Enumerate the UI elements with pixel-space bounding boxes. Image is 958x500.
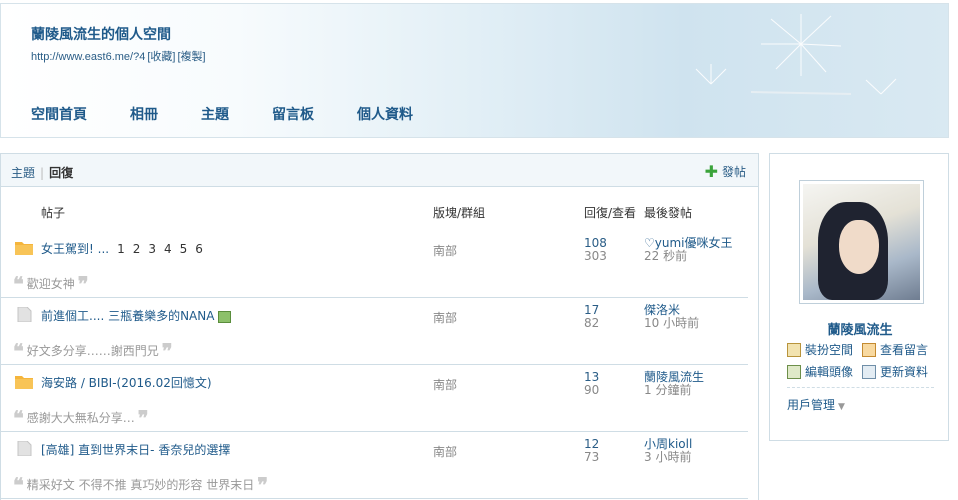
thread-list-panel: 主題 | 回復 ✚ 發帖 帖子 版塊/群組 回復/查看 最後發帖 女王駕到! ...… bbox=[0, 153, 759, 500]
panel-header: 主題 | 回復 ✚ 發帖 bbox=[1, 154, 758, 187]
caret-down-icon: ▼ bbox=[838, 402, 845, 412]
open-quote-icon: ❝ bbox=[13, 271, 24, 296]
thread-title[interactable]: 女王駕到! ... bbox=[41, 242, 109, 256]
forum-name[interactable]: 南部 bbox=[433, 443, 457, 460]
reply-quote: ❝ 歡迎女神 ❞ bbox=[13, 271, 89, 296]
copy-link[interactable]: [複製] bbox=[177, 51, 205, 63]
view-count: 73 bbox=[584, 450, 600, 464]
quote-text: 精采好文 不得不推 真巧妙的形容 世界末日 bbox=[26, 478, 255, 492]
nav-guestbook[interactable]: 留言板 bbox=[272, 104, 314, 124]
reply-view-counts: 12 73 bbox=[584, 438, 599, 464]
nav-topics[interactable]: 主題 bbox=[201, 104, 229, 124]
thread-title[interactable]: [高雄] 直到世界末日- 香奈兒的選擇 bbox=[41, 443, 230, 457]
space-banner: 蘭陵風流生的個人空間 http://www.east6.me/?4 [收藏] [複製… bbox=[0, 3, 949, 138]
col-post: 帖子 bbox=[41, 206, 66, 220]
forum-name[interactable]: 南部 bbox=[433, 376, 457, 393]
page-link[interactable]: 4 bbox=[164, 242, 172, 256]
col-forum: 版塊/群組 bbox=[433, 206, 486, 220]
page-links: 123456 bbox=[109, 242, 203, 256]
new-post-button[interactable]: ✚ 發帖 bbox=[705, 163, 746, 180]
quote-text: 感謝大大無私分享… bbox=[26, 411, 135, 425]
profile-panel: 蘭陵風流生 裝扮空間 查看留言 編輯頭像 更新資料 用戶管理 ▼ bbox=[769, 153, 949, 441]
tab-replies[interactable]: 回復 bbox=[49, 166, 73, 180]
reply-view-counts: 17 82 bbox=[584, 304, 599, 330]
tab-topics[interactable]: 主題 bbox=[11, 166, 35, 180]
quote-text: 好文多分享……謝西門兄 bbox=[26, 344, 159, 358]
page-link[interactable]: 1 bbox=[117, 242, 125, 256]
last-post-time: 3 小時前 bbox=[644, 450, 692, 464]
table-row: 前進個工.... 三瓶養樂多的NANA 南部 17 82 傑洛米 10 小時前 … bbox=[1, 299, 748, 365]
nav-album[interactable]: 相冊 bbox=[130, 104, 158, 124]
edit-avatar-link[interactable]: 編輯頭像 bbox=[787, 363, 853, 380]
pencil-icon bbox=[862, 342, 876, 357]
reply-quote: ❝ 感謝大大無私分享… ❞ bbox=[13, 405, 149, 430]
reply-quote: ❝ 精采好文 不得不推 真巧妙的形容 世界末日 ❞ bbox=[13, 472, 268, 497]
open-quote-icon: ❝ bbox=[13, 338, 24, 363]
last-post-time: 22 秒前 bbox=[644, 249, 688, 263]
reply-view-counts: 108 303 bbox=[584, 237, 607, 263]
open-quote-icon: ❝ bbox=[13, 405, 24, 430]
site-title: 蘭陵風流生的個人空間 bbox=[31, 27, 171, 43]
table-row: 女王駕到! ... 1 2 3 4 5 6 南部 108 303 ♡yumi優咪女王 22 … bbox=[1, 232, 748, 298]
new-post-label: 發帖 bbox=[721, 165, 746, 179]
folder-normal-icon bbox=[17, 441, 32, 456]
forum-name[interactable]: 南部 bbox=[433, 242, 457, 259]
last-post: 小周kioll 3 小時前 bbox=[644, 438, 692, 464]
page-link[interactable]: 3 bbox=[148, 242, 156, 256]
quote-text: 歡迎女神 bbox=[26, 277, 75, 291]
avatar[interactable] bbox=[799, 180, 924, 304]
forum-name[interactable]: 南部 bbox=[433, 309, 457, 326]
table-row: [高雄] 直到世界末日- 香奈兒的選擇 南部 12 73 小周kioll 3 小… bbox=[1, 433, 748, 499]
image-attachment-icon bbox=[218, 310, 232, 323]
page-link[interactable]: 2 bbox=[133, 242, 141, 256]
bookmark-link[interactable]: [收藏] bbox=[147, 51, 175, 63]
nav-home[interactable]: 空間首頁 bbox=[31, 104, 87, 124]
update-profile-link[interactable]: 更新資料 bbox=[862, 363, 928, 380]
reply-view-counts: 13 90 bbox=[584, 371, 599, 397]
profile-username[interactable]: 蘭陵風流生 bbox=[770, 319, 950, 338]
col-last-post: 最後發帖 bbox=[644, 206, 693, 220]
table-row: 海安路 / BIBI-(2016.02回憶文) 南部 13 90 蘭陵風流生 1… bbox=[1, 366, 748, 432]
last-post-time: 1 分鐘前 bbox=[644, 383, 692, 397]
page-link[interactable]: 6 bbox=[195, 242, 203, 256]
view-count: 303 bbox=[584, 249, 607, 263]
close-quote-icon: ❞ bbox=[257, 472, 268, 497]
close-quote-icon: ❞ bbox=[137, 405, 149, 430]
avatar-image bbox=[803, 184, 920, 300]
space-nav: 空間首頁 相冊 主題 留言板 個人資料 bbox=[31, 104, 456, 124]
open-quote-icon: ❝ bbox=[13, 472, 24, 497]
plus-icon: ✚ bbox=[704, 161, 718, 181]
last-post-time: 10 小時前 bbox=[644, 316, 700, 330]
col-reply-view: 回復/查看 bbox=[584, 206, 637, 220]
wand-icon bbox=[787, 342, 801, 357]
id-card-icon bbox=[862, 364, 876, 379]
close-quote-icon: ❞ bbox=[161, 338, 173, 363]
thread-title[interactable]: 前進個工.... 三瓶養樂多的NANA bbox=[41, 309, 214, 323]
reply-quote: ❝ 好文多分享……謝西門兄 ❞ bbox=[13, 338, 173, 363]
view-messages-link[interactable]: 查看留言 bbox=[862, 341, 928, 358]
site-url-line: http://www.east6.me/?4 [收藏] [複製] bbox=[31, 48, 208, 64]
avatar-card-icon bbox=[787, 364, 801, 379]
table-header: 帖子 版塊/群組 回復/查看 最後發帖 bbox=[1, 204, 760, 222]
folder-hot-icon bbox=[15, 376, 33, 389]
last-post: 傑洛米 10 小時前 bbox=[644, 304, 699, 330]
user-management-dropdown[interactable]: 用戶管理 ▼ bbox=[787, 396, 845, 413]
view-count: 82 bbox=[584, 316, 600, 330]
view-count: 90 bbox=[584, 383, 600, 397]
decorate-space-link[interactable]: 裝扮空間 bbox=[787, 341, 853, 358]
folder-hot-icon bbox=[15, 242, 33, 255]
page-link[interactable]: 5 bbox=[180, 242, 188, 256]
close-quote-icon: ❞ bbox=[77, 271, 89, 296]
nav-profile[interactable]: 個人資料 bbox=[357, 104, 413, 124]
divider bbox=[787, 387, 934, 388]
breadcrumb: 主題 | 回復 bbox=[11, 166, 74, 180]
thread-title[interactable]: 海安路 / BIBI-(2016.02回憶文) bbox=[41, 376, 212, 390]
last-post: ♡yumi優咪女王 22 秒前 bbox=[644, 237, 733, 263]
last-post: 蘭陵風流生 1 分鐘前 bbox=[644, 371, 704, 397]
folder-normal-icon bbox=[17, 307, 32, 322]
dandelion-decoration bbox=[695, 14, 897, 95]
site-url[interactable]: http://www.east6.me/?4 bbox=[31, 51, 145, 63]
